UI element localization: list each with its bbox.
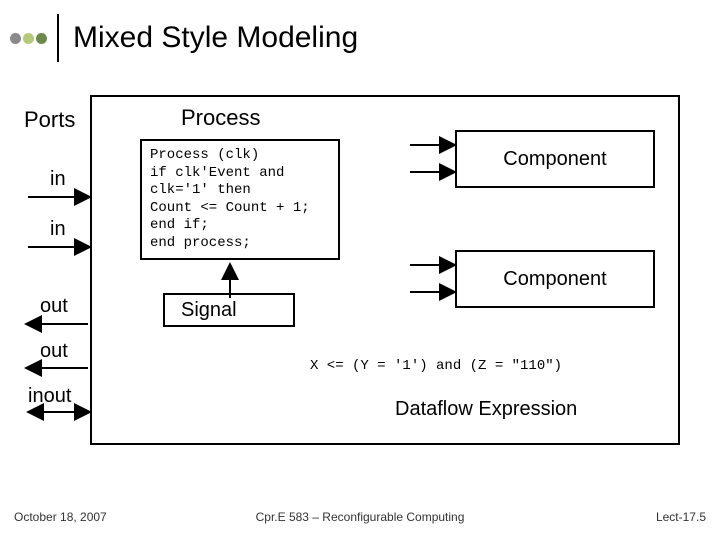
- port-in-1: in: [50, 168, 66, 191]
- port-inout: inout: [28, 385, 71, 408]
- brand-dots: [10, 33, 47, 44]
- component-label-1: Component: [503, 148, 606, 171]
- process-heading: Process: [181, 105, 260, 131]
- footer-page: Lect-17.5: [656, 510, 706, 524]
- title-bar: Mixed Style Modeling: [10, 14, 358, 62]
- slide-title: Mixed Style Modeling: [73, 21, 358, 55]
- ports-heading: Ports: [24, 107, 75, 133]
- dataflow-code: X <= (Y = '1') and (Z = "110"): [310, 358, 562, 374]
- port-in-2: in: [50, 218, 66, 241]
- port-out-1: out: [40, 295, 68, 318]
- dataflow-label: Dataflow Expression: [395, 398, 577, 421]
- component-box-1: Component: [455, 130, 655, 188]
- footer-course: Cpr.E 583 – Reconfigurable Computing: [256, 510, 465, 524]
- footer-date: October 18, 2007: [14, 510, 107, 524]
- component-label-2: Component: [503, 268, 606, 291]
- signal-label: Signal: [181, 299, 237, 322]
- component-box-2: Component: [455, 250, 655, 308]
- divider-icon: [57, 14, 59, 62]
- dot-icon: [10, 33, 21, 44]
- dot-icon: [36, 33, 47, 44]
- dot-icon: [23, 33, 34, 44]
- port-out-2: out: [40, 340, 68, 363]
- process-code-box: Process (clk) if clk'Event and clk='1' t…: [140, 139, 340, 260]
